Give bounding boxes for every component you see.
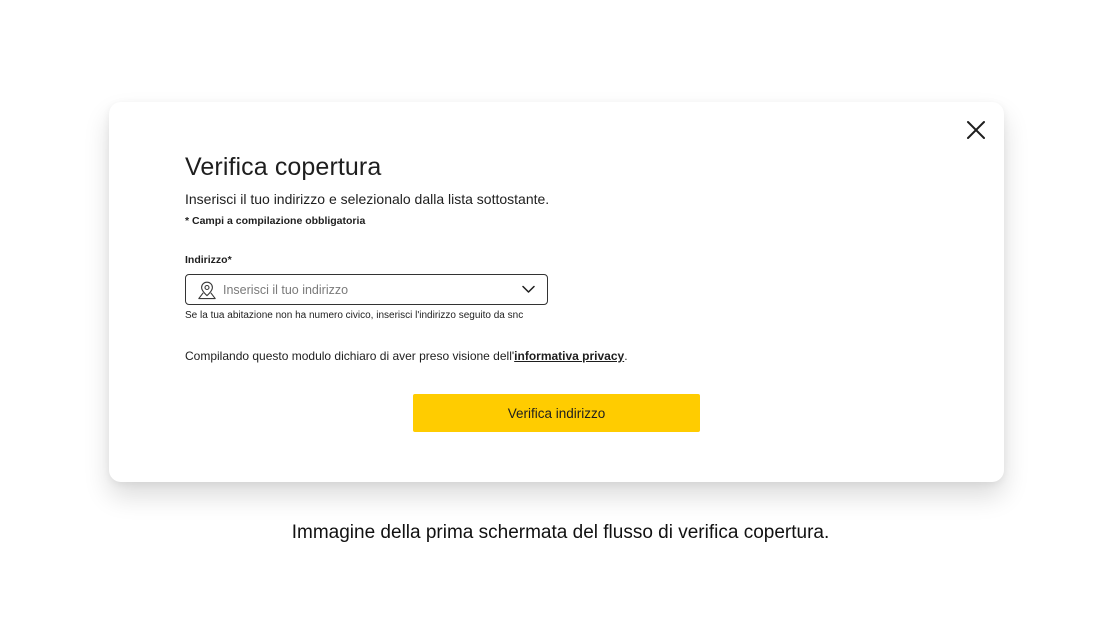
address-field-label: Indirizzo*: [185, 254, 232, 266]
modal-subtitle: Inserisci il tuo indirizzo e selezionalo…: [185, 191, 550, 207]
required-fields-note: * Campi a compilazione obbligatoria: [185, 215, 366, 227]
privacy-period: .: [624, 349, 628, 363]
location-pin-icon: [198, 281, 216, 299]
verify-address-button[interactable]: Verifica indirizzo: [413, 394, 700, 432]
image-caption: Immagine della prima schermata del fluss…: [291, 522, 830, 543]
page: Verifica copertura Inserisci il tuo indi…: [0, 0, 1113, 640]
coverage-check-modal: Verifica copertura Inserisci il tuo indi…: [109, 102, 1004, 482]
address-input[interactable]: [223, 282, 503, 297]
modal-title: Verifica copertura: [185, 153, 382, 181]
address-helper-text: Se la tua abitazione non ha numero civic…: [185, 310, 524, 321]
privacy-policy-link[interactable]: informativa privacy: [514, 349, 624, 363]
privacy-text: Compilando questo modulo dichiaro di ave…: [185, 349, 515, 363]
close-icon[interactable]: [965, 119, 987, 141]
chevron-down-icon[interactable]: [522, 285, 535, 294]
privacy-statement: Compilando questo modulo dichiaro di ave…: [185, 348, 905, 364]
address-combobox[interactable]: [185, 274, 548, 305]
modal-content: Verifica copertura Inserisci il tuo indi…: [185, 152, 905, 364]
